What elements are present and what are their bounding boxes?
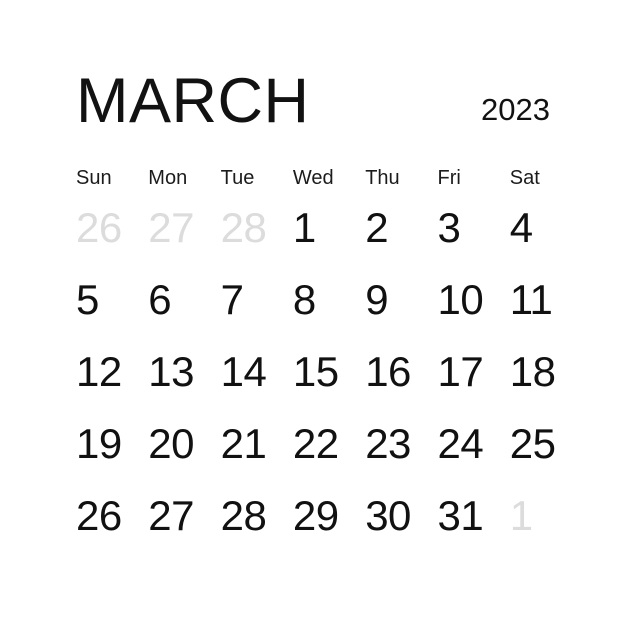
day-cell[interactable]: 9 — [365, 264, 433, 336]
weekday-header-thu: Thu — [365, 167, 400, 189]
day-cell[interactable]: 16 — [365, 336, 433, 408]
day-cell[interactable]: 20 — [148, 408, 216, 480]
weekday-header-sun: Sun — [76, 167, 112, 189]
day-cell[interactable]: 28 — [221, 480, 289, 552]
day-cell[interactable]: 13 — [148, 336, 216, 408]
day-cell[interactable]: 25 — [510, 408, 578, 480]
weekday-header-mon: Mon — [148, 167, 188, 189]
day-cell[interactable]: 27 — [148, 480, 216, 552]
day-cell[interactable]: 26 — [76, 480, 144, 552]
day-cell[interactable]: 15 — [293, 336, 361, 408]
day-cell[interactable]: 24 — [437, 408, 505, 480]
day-cell[interactable]: 1 — [293, 192, 361, 264]
day-cell[interactable]: 19 — [76, 408, 144, 480]
day-cell[interactable]: 29 — [293, 480, 361, 552]
day-cell[interactable]: 3 — [437, 192, 505, 264]
day-cell-adjacent-month[interactable]: 28 — [221, 192, 289, 264]
day-cell[interactable]: 31 — [437, 480, 505, 552]
day-cell[interactable]: 6 — [148, 264, 216, 336]
page-title: MARCH — [76, 66, 310, 136]
day-cell[interactable]: 7 — [221, 264, 289, 336]
weekday-header-tue: Tue — [220, 167, 255, 189]
month-calendar: MARCH 2023 Sun Mon Tue Wed Thu Fri Sat 26 27 28 1 2… — [0, 0, 626, 626]
day-cell-adjacent-month[interactable]: 27 — [148, 192, 216, 264]
day-cell[interactable]: 23 — [365, 408, 433, 480]
weekday-header-fri: Fri — [437, 167, 461, 189]
day-cell-adjacent-month[interactable]: 26 — [76, 192, 144, 264]
day-cell-adjacent-month[interactable]: 1 — [510, 480, 578, 552]
day-cell[interactable]: 2 — [365, 192, 433, 264]
day-cell[interactable]: 17 — [437, 336, 505, 408]
calendar-grid: Sun Mon Tue Wed Thu Fri Sat 26 27 28 1 2 3 4 5 6 7 8 9 10 11… — [76, 164, 556, 552]
day-cell[interactable]: 11 — [510, 264, 578, 336]
calendar-header: MARCH 2023 — [76, 66, 550, 136]
year-label: 2023 — [481, 92, 550, 127]
weekday-header-wed: Wed — [292, 167, 334, 189]
day-cell[interactable]: 22 — [293, 408, 361, 480]
day-cell[interactable]: 5 — [76, 264, 144, 336]
weekday-header-sat: Sat — [509, 167, 540, 189]
day-cell[interactable]: 18 — [510, 336, 578, 408]
day-cell[interactable]: 10 — [437, 264, 505, 336]
day-cell[interactable]: 4 — [510, 192, 578, 264]
day-cell[interactable]: 30 — [365, 480, 433, 552]
day-cell[interactable]: 14 — [221, 336, 289, 408]
day-cell[interactable]: 21 — [221, 408, 289, 480]
day-cell[interactable]: 8 — [293, 264, 361, 336]
day-cell[interactable]: 12 — [76, 336, 144, 408]
